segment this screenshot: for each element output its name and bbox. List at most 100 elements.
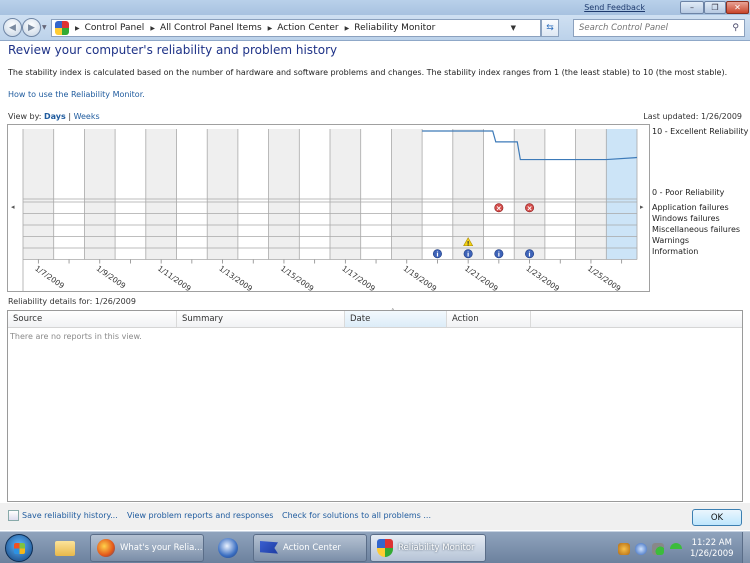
reliability-chart-svg[interactable]: 1/7/2009 1/9/2009 1/11/2009 1/13/2009 1/15/2… <box>8 125 651 293</box>
chart-x-tick-label: 1/9/2009 <box>95 264 128 291</box>
back-button[interactable]: ◀ <box>3 18 22 37</box>
taskbar-button-reliability-monitor[interactable]: Reliability Monitor <box>370 534 486 562</box>
refresh-button[interactable]: ⇆ <box>541 19 559 37</box>
search-box[interactable]: ⚲ <box>573 19 745 37</box>
chart-x-tick-label: 1/7/2009 <box>33 264 66 291</box>
information-icon-glyph: i <box>498 250 500 258</box>
chart-x-tick-label: 1/23/2009 <box>524 264 561 293</box>
address-dropdown-icon[interactable]: ▼ <box>511 24 516 32</box>
view-by-days-link[interactable]: Days <box>44 112 66 121</box>
explorer-pinned-button[interactable] <box>50 535 80 561</box>
chart-x-tick-label: 1/21/2009 <box>463 264 500 293</box>
breadcrumb-control-panel[interactable]: Control Panel <box>85 23 145 33</box>
chart-day-column[interactable] <box>53 129 85 260</box>
column-header-summary[interactable]: Summary <box>177 311 345 327</box>
how-to-use-link[interactable]: How to use the Reliability Monitor. <box>8 90 145 99</box>
reliability-chart[interactable]: 1/7/2009 1/9/2009 1/11/2009 1/13/2009 1/15/2… <box>7 124 651 293</box>
breadcrumb-separator-icon[interactable]: ▶ <box>345 25 350 32</box>
footer-bar: Save reliability history... View problem… <box>0 503 750 530</box>
details-title: Reliability details for: 1/26/2009 <box>8 297 136 306</box>
taskbar-button-action-center[interactable]: Action Center <box>253 534 367 562</box>
breadcrumb-action-center[interactable]: Action Center <box>277 23 338 33</box>
chart-day-column[interactable] <box>575 129 607 260</box>
taskbar-button-firefox[interactable]: What's your Relia... <box>90 534 204 562</box>
reports-table: Source Summary Date ˄ Action There are no… <box>7 308 743 502</box>
search-icon[interactable]: ⚲ <box>732 23 739 33</box>
address-bar[interactable]: ▶ Control Panel ▶ All Control Panel Item… <box>51 19 541 37</box>
reliability-shield-icon <box>377 539 393 557</box>
chart-day-column[interactable] <box>84 129 116 260</box>
scroll-left-icon[interactable]: ◂ <box>11 203 15 211</box>
scroll-right-icon[interactable]: ▸ <box>640 203 644 211</box>
chart-x-tick-label: 1/13/2009 <box>217 264 254 293</box>
legend-miscellaneous-failures: Miscellaneous failures <box>652 225 741 234</box>
chart-day-column[interactable] <box>268 129 300 260</box>
chart-day-column[interactable] <box>391 129 423 260</box>
empty-table-message: There are no reports in this view. <box>10 332 142 341</box>
security-tray-icon[interactable] <box>618 543 630 555</box>
send-feedback-link[interactable]: Send Feedback <box>584 3 645 12</box>
show-desktop-button[interactable] <box>742 532 750 563</box>
chart-day-column[interactable] <box>483 129 515 260</box>
chart-day-column[interactable] <box>237 129 269 260</box>
refresh-icon: ⇆ <box>546 23 554 33</box>
chart-day-column[interactable] <box>115 129 146 260</box>
chart-day-column[interactable] <box>606 129 637 260</box>
thunderbird-tray-icon[interactable] <box>635 543 647 555</box>
breadcrumb-separator-icon[interactable]: ▶ <box>75 25 80 32</box>
recent-pages-dropdown-icon[interactable]: ▼ <box>42 24 47 31</box>
chart-day-column[interactable] <box>422 129 453 260</box>
column-header-action[interactable]: Action <box>447 311 531 327</box>
control-panel-icon <box>55 21 69 35</box>
view-by-label: View by: <box>8 112 42 121</box>
network-tray-icon[interactable] <box>652 543 664 555</box>
save-reliability-history-link[interactable]: Save reliability history... <box>22 511 118 520</box>
view-by-selector: View by: Days | Weeks <box>8 112 100 121</box>
breadcrumb-all-items[interactable]: All Control Panel Items <box>160 23 262 33</box>
view-by-separator: | <box>65 112 74 121</box>
title-bar: Send Feedback – ❐ ✕ <box>0 0 750 15</box>
sort-ascending-icon: ˄ <box>391 308 395 316</box>
breadcrumb-reliability-monitor[interactable]: Reliability Monitor <box>354 23 435 33</box>
maximize-button[interactable]: ❐ <box>704 1 726 14</box>
ok-button[interactable]: OK <box>692 509 742 526</box>
legend-excellent: 10 - Excellent Reliability <box>652 127 749 136</box>
error-icon-glyph: × <box>496 204 502 212</box>
start-button[interactable] <box>5 534 33 562</box>
check-for-solutions-link[interactable]: Check for solutions to all problems ... <box>282 511 431 520</box>
table-header: Source Summary Date ˄ Action <box>8 308 742 328</box>
chart-day-column[interactable] <box>544 129 576 260</box>
search-input[interactable] <box>579 23 719 33</box>
chart-day-column[interactable] <box>23 129 54 260</box>
chart-day-column[interactable] <box>176 129 208 260</box>
save-icon <box>8 510 19 521</box>
close-button[interactable]: ✕ <box>726 1 749 14</box>
chart-day-column[interactable] <box>145 129 177 260</box>
chart-day-column[interactable] <box>299 129 330 260</box>
column-header-date[interactable]: Date ˄ <box>345 308 447 327</box>
legend-warnings: Warnings <box>652 236 690 245</box>
taskbar-button-label: Action Center <box>283 543 341 553</box>
column-header-date-label: Date <box>350 314 371 324</box>
minimize-button[interactable]: – <box>680 1 704 14</box>
umbrella-tray-icon[interactable] <box>670 543 682 555</box>
navigation-bar: ◀ ▶ ▼ ▶ Control Panel ▶ All Control Pane… <box>0 15 750 41</box>
taskbar-button-label: Reliability Monitor <box>398 543 475 553</box>
last-updated-text: Last updated: 1/26/2009 <box>643 112 742 121</box>
chart-day-column[interactable] <box>207 129 238 260</box>
chart-day-column[interactable] <box>330 129 361 260</box>
firefox-icon <box>97 539 115 557</box>
chart-x-tick-label: 1/25/2009 <box>586 264 623 293</box>
legend-information: Information <box>652 247 699 256</box>
legend-application-failures: Application failures <box>652 203 729 212</box>
thunderbird-pinned-button[interactable] <box>213 535 243 561</box>
forward-button[interactable]: ▶ <box>22 18 41 37</box>
column-header-source[interactable]: Source <box>8 311 177 327</box>
view-by-weeks-link[interactable]: Weeks <box>74 112 100 121</box>
view-problem-reports-link[interactable]: View problem reports and responses <box>127 511 273 520</box>
chart-day-column[interactable] <box>360 129 392 260</box>
breadcrumb-separator-icon[interactable]: ▶ <box>268 25 273 32</box>
breadcrumb-separator-icon[interactable]: ▶ <box>150 25 155 32</box>
page-title: Review your computer's reliability and p… <box>8 43 338 57</box>
system-clock[interactable]: 11:22 AM 1/26/2009 <box>690 538 734 560</box>
